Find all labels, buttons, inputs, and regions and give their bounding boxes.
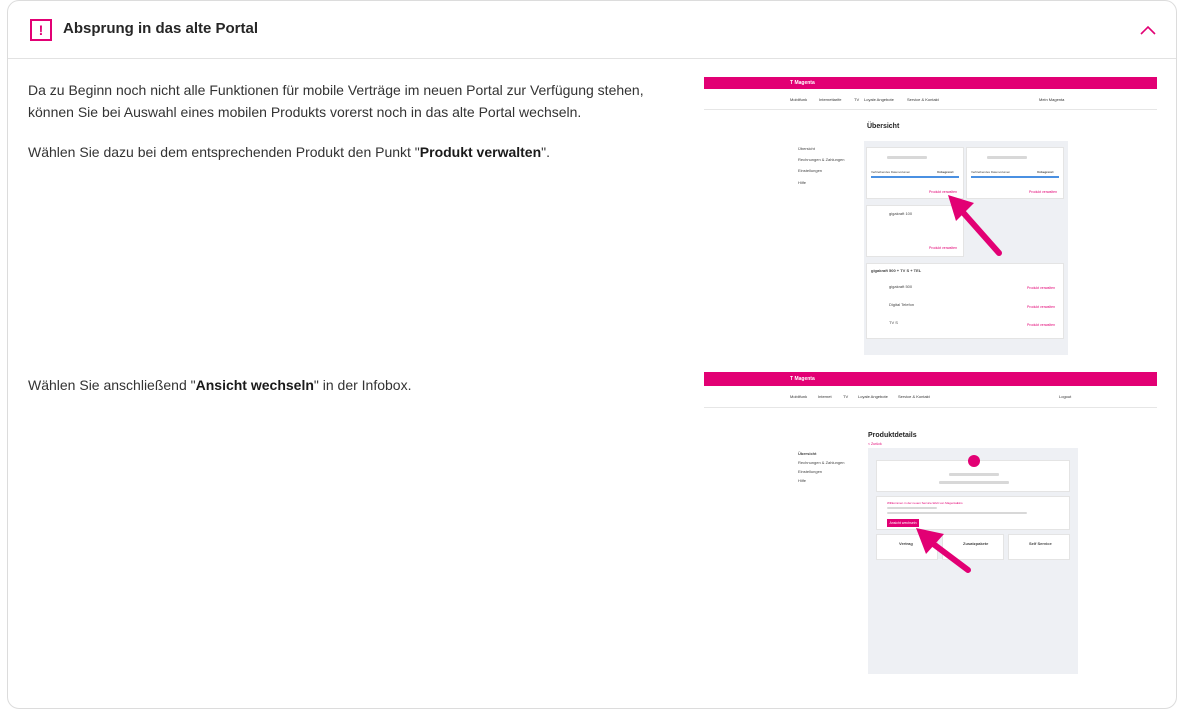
screenshot-product-details: T Magenta Mobilfunk Internet TV Loyale A… — [704, 372, 1157, 677]
intro-text: Da zu Beginn noch nicht alle Funktionen … — [28, 82, 644, 120]
term-produkt-verwalten: Produkt verwalten — [419, 144, 542, 160]
chevron-up-icon[interactable] — [1138, 21, 1158, 39]
instruction-step-2: Wählen Sie anschließend "Ansicht wechsel… — [28, 377, 412, 393]
warning-icon: ! — [30, 19, 52, 41]
accordion-card: ! Absprung in das alte Portal Da zu Begi… — [7, 0, 1177, 709]
pointer-arrow-icon — [916, 528, 971, 573]
pointer-arrow-icon — [948, 195, 1002, 256]
portal-topbar: T Magenta — [704, 77, 1157, 89]
instruction-step-1: Wählen Sie dazu bei dem entsprechenden P… — [28, 144, 551, 160]
accordion-title: Absprung in das alte Portal — [63, 20, 259, 37]
term-ansicht-wechseln: Ansicht wechseln — [195, 377, 314, 393]
screenshot-overview: T Magenta Mobilfunk Internettarife TV Lo… — [704, 77, 1157, 355]
accordion-header[interactable]: ! Absprung in das alte Portal — [8, 1, 1176, 59]
portal-topbar: T Magenta — [704, 372, 1157, 386]
